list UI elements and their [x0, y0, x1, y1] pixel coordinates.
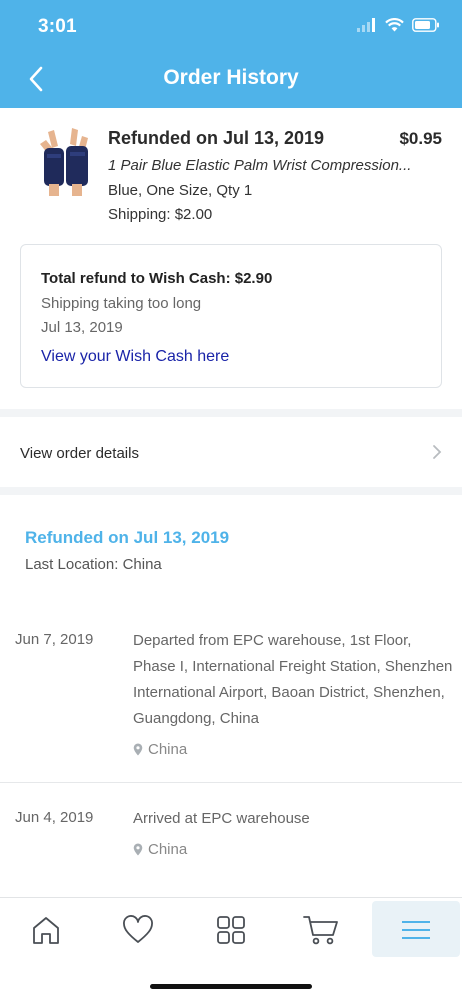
order-status: Refunded on Jul 13, 2019 — [108, 128, 325, 148]
section-divider — [0, 487, 462, 495]
event-date: Jun 4, 2019 — [15, 809, 94, 826]
event-description: Arrived at EPC warehouse — [133, 810, 310, 827]
event-date: Jun 7, 2019 — [15, 631, 94, 648]
nav-home[interactable] — [25, 912, 67, 948]
chevron-right-icon — [433, 445, 442, 459]
nav-cart[interactable] — [300, 912, 342, 948]
signal-icon — [357, 18, 375, 32]
grid-icon — [217, 916, 245, 944]
home-icon — [33, 917, 59, 944]
cart-icon — [303, 916, 338, 945]
product-thumbnail — [40, 128, 88, 196]
menu-icon — [402, 921, 430, 939]
wifi-icon — [385, 18, 404, 32]
home-indicator — [150, 984, 312, 989]
event-description: Departed from EPC warehouse, 1st Floor, … — [133, 632, 453, 727]
heart-icon — [123, 915, 153, 943]
tracking-last-location: Last Location: China — [25, 556, 162, 573]
app-header: 3:01 Order History — [0, 0, 462, 108]
refund-summary-card: Total refund to Wish Cash: $2.90 Shippin… — [20, 244, 442, 388]
view-wish-cash-link[interactable]: View your Wish Cash here — [41, 348, 229, 366]
order-item[interactable]: Refunded on Jul 13, 2019 $0.95 1 Pair Bl… — [0, 108, 462, 238]
refund-total: Total refund to Wish Cash: $2.90 — [41, 270, 273, 287]
nav-menu[interactable] — [395, 912, 437, 948]
event-location-text: China — [148, 841, 188, 858]
status-time: 3:01 — [38, 16, 77, 37]
section-divider — [0, 409, 462, 417]
event-separator — [0, 782, 462, 783]
event-location: China — [133, 841, 187, 858]
refund-date: Jul 13, 2019 — [41, 319, 123, 336]
tracking-status: Refunded on Jul 13, 2019 — [25, 528, 230, 547]
refund-reason: Shipping taking too long — [41, 295, 202, 312]
nav-categories[interactable] — [210, 912, 252, 948]
page-title: Order History — [163, 66, 299, 89]
nav-wishlist[interactable] — [117, 912, 159, 948]
product-variant: Blue, One Size, Qty 1 — [108, 182, 253, 199]
location-pin-icon — [133, 843, 143, 856]
view-order-details-label: View order details — [20, 445, 139, 462]
event-location: China — [133, 741, 187, 758]
view-order-details-row[interactable]: View order details — [0, 418, 462, 488]
event-location-text: China — [148, 741, 188, 758]
location-pin-icon — [133, 743, 143, 756]
shipping-cost: Shipping: $2.00 — [108, 206, 213, 223]
product-name: 1 Pair Blue Elastic Palm Wrist Compressi… — [108, 157, 412, 174]
battery-icon — [412, 18, 439, 32]
status-icons — [357, 18, 440, 32]
order-price: $0.95 — [399, 129, 442, 148]
